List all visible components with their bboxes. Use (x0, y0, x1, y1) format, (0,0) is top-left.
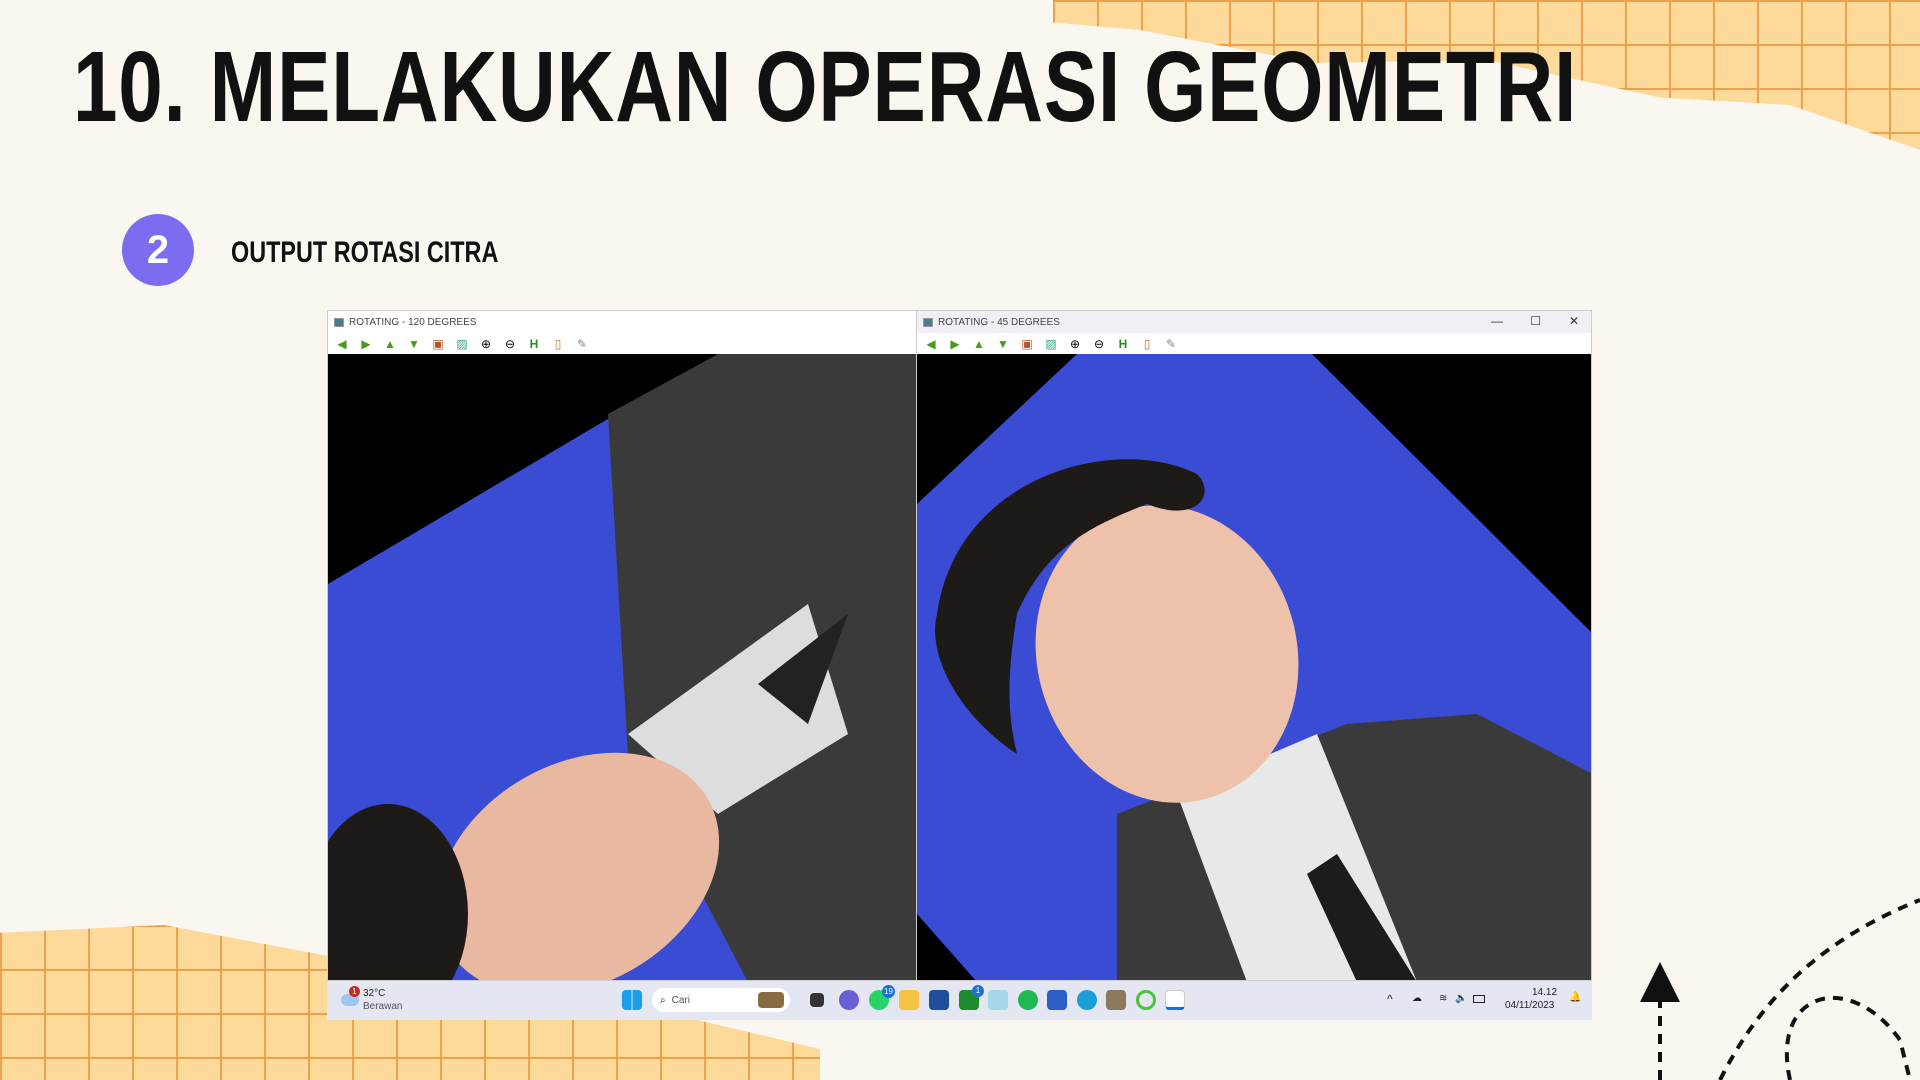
copy-icon[interactable]: ▯ (552, 337, 564, 351)
microsoft-store-icon[interactable] (929, 990, 949, 1010)
zoom-out-icon[interactable]: ⊖ (504, 337, 516, 351)
pan-left-icon[interactable]: ◀ (925, 337, 937, 351)
xbox-badge: 1 (972, 985, 984, 997)
rotated-image-120 (328, 354, 916, 980)
window-rotating-120: ROTATING - 120 DEGREES ◀ ▶ ▲ ▼ ▣ ▨ ⊕ ⊖ H… (327, 310, 917, 981)
document-app-icon[interactable] (1165, 990, 1185, 1010)
weather-temp: 32°C (363, 988, 386, 999)
zoom-out-icon[interactable]: ⊖ (1093, 337, 1105, 351)
step-number-badge: 2 (122, 214, 194, 286)
toolbar: ◀ ▶ ▲ ▼ ▣ ▨ ⊕ ⊖ H ▯ ✎ (328, 333, 916, 354)
maximize-button[interactable]: ☐ (1530, 314, 1541, 328)
close-button[interactable]: ✕ (1569, 314, 1579, 328)
window-title: ROTATING - 45 DEGREES (938, 316, 1060, 328)
dashed-arrow-decoration (1640, 898, 1920, 1080)
zoom-fit-icon[interactable]: ▨ (456, 337, 468, 351)
properties-icon[interactable]: ✎ (1165, 337, 1177, 351)
pan-right-icon[interactable]: ▶ (949, 337, 961, 351)
spotify-icon[interactable] (1018, 990, 1038, 1010)
section-subtitle: OUTPUT ROTASI CITRA (231, 236, 499, 269)
copy-icon[interactable]: ▯ (1141, 337, 1153, 351)
pan-up-icon[interactable]: ▲ (973, 337, 985, 351)
battery-icon[interactable] (1473, 995, 1485, 1003)
pan-up-icon[interactable]: ▲ (384, 337, 396, 351)
pan-right-icon[interactable]: ▶ (360, 337, 372, 351)
chevron-up-icon[interactable]: ^ (1387, 992, 1393, 1006)
app-icon (923, 317, 933, 327)
volume-icon[interactable]: 🔈 (1455, 993, 1467, 1004)
app-icon (334, 317, 344, 327)
toolbar: ◀ ▶ ▲ ▼ ▣ ▨ ⊕ ⊖ H ▯ ✎ (917, 333, 1591, 354)
onedrive-icon[interactable]: ☁ (1412, 993, 1422, 1004)
zoom-image-icon[interactable]: ▣ (1021, 337, 1033, 351)
pan-left-icon[interactable]: ◀ (336, 337, 348, 351)
title-bar: ROTATING - 120 DEGREES (328, 311, 916, 333)
rotated-image-45 (917, 354, 1591, 980)
search-icon: ⌕ (660, 994, 666, 1006)
page-title: 10. MELAKUKAN OPERASI GEOMETRI (73, 31, 1578, 143)
windows-start-icon[interactable] (622, 990, 642, 1010)
teams-chat-icon[interactable] (839, 990, 859, 1010)
pan-down-icon[interactable]: ▼ (408, 337, 420, 351)
taskbar: 1 32°C Berawan ⌕ Cari 19 1 ^ ☁ ≋ 🔈 14.12… (327, 981, 1592, 1020)
notification-bell-icon[interactable]: 🔔 (1569, 992, 1581, 1003)
zoom-image-icon[interactable]: ▣ (432, 337, 444, 351)
wifi-icon[interactable]: ≋ (1439, 993, 1447, 1004)
save-icon[interactable]: H (528, 337, 540, 351)
search-box[interactable]: ⌕ Cari (652, 988, 790, 1012)
clock-date[interactable]: 04/11/2023 (1505, 1000, 1554, 1011)
edge-icon[interactable] (1077, 990, 1097, 1010)
task-view-icon[interactable] (810, 993, 824, 1007)
window-rotating-45: ROTATING - 45 DEGREES — ☐ ✕ ◀ ▶ ▲ ▼ ▣ ▨ … (916, 310, 1592, 981)
minimize-button[interactable]: — (1491, 314, 1503, 328)
clock-time[interactable]: 14.12 (1532, 987, 1557, 998)
whatsapp-badge: 19 (882, 985, 895, 998)
weather-badge: 1 (349, 986, 360, 997)
zoom-in-icon[interactable]: ⊕ (1069, 337, 1081, 351)
properties-icon[interactable]: ✎ (576, 337, 588, 351)
title-bar: ROTATING - 45 DEGREES (917, 311, 1591, 333)
save-icon[interactable]: H (1117, 337, 1129, 351)
weather-widget[interactable]: 1 32°C Berawan (341, 986, 421, 1016)
window-title: ROTATING - 120 DEGREES (349, 316, 477, 328)
file-explorer-icon[interactable] (899, 990, 919, 1010)
loading-app-icon[interactable] (1136, 990, 1156, 1010)
search-placeholder: Cari (671, 994, 690, 1006)
python-app-icon[interactable] (1106, 990, 1126, 1010)
zoom-in-icon[interactable]: ⊕ (480, 337, 492, 351)
search-highlight-image (758, 992, 784, 1008)
weather-desc: Berawan (363, 1001, 403, 1012)
word-icon[interactable] (1047, 990, 1067, 1010)
pan-down-icon[interactable]: ▼ (997, 337, 1009, 351)
zoom-fit-icon[interactable]: ▨ (1045, 337, 1057, 351)
app-icon[interactable] (988, 990, 1008, 1010)
